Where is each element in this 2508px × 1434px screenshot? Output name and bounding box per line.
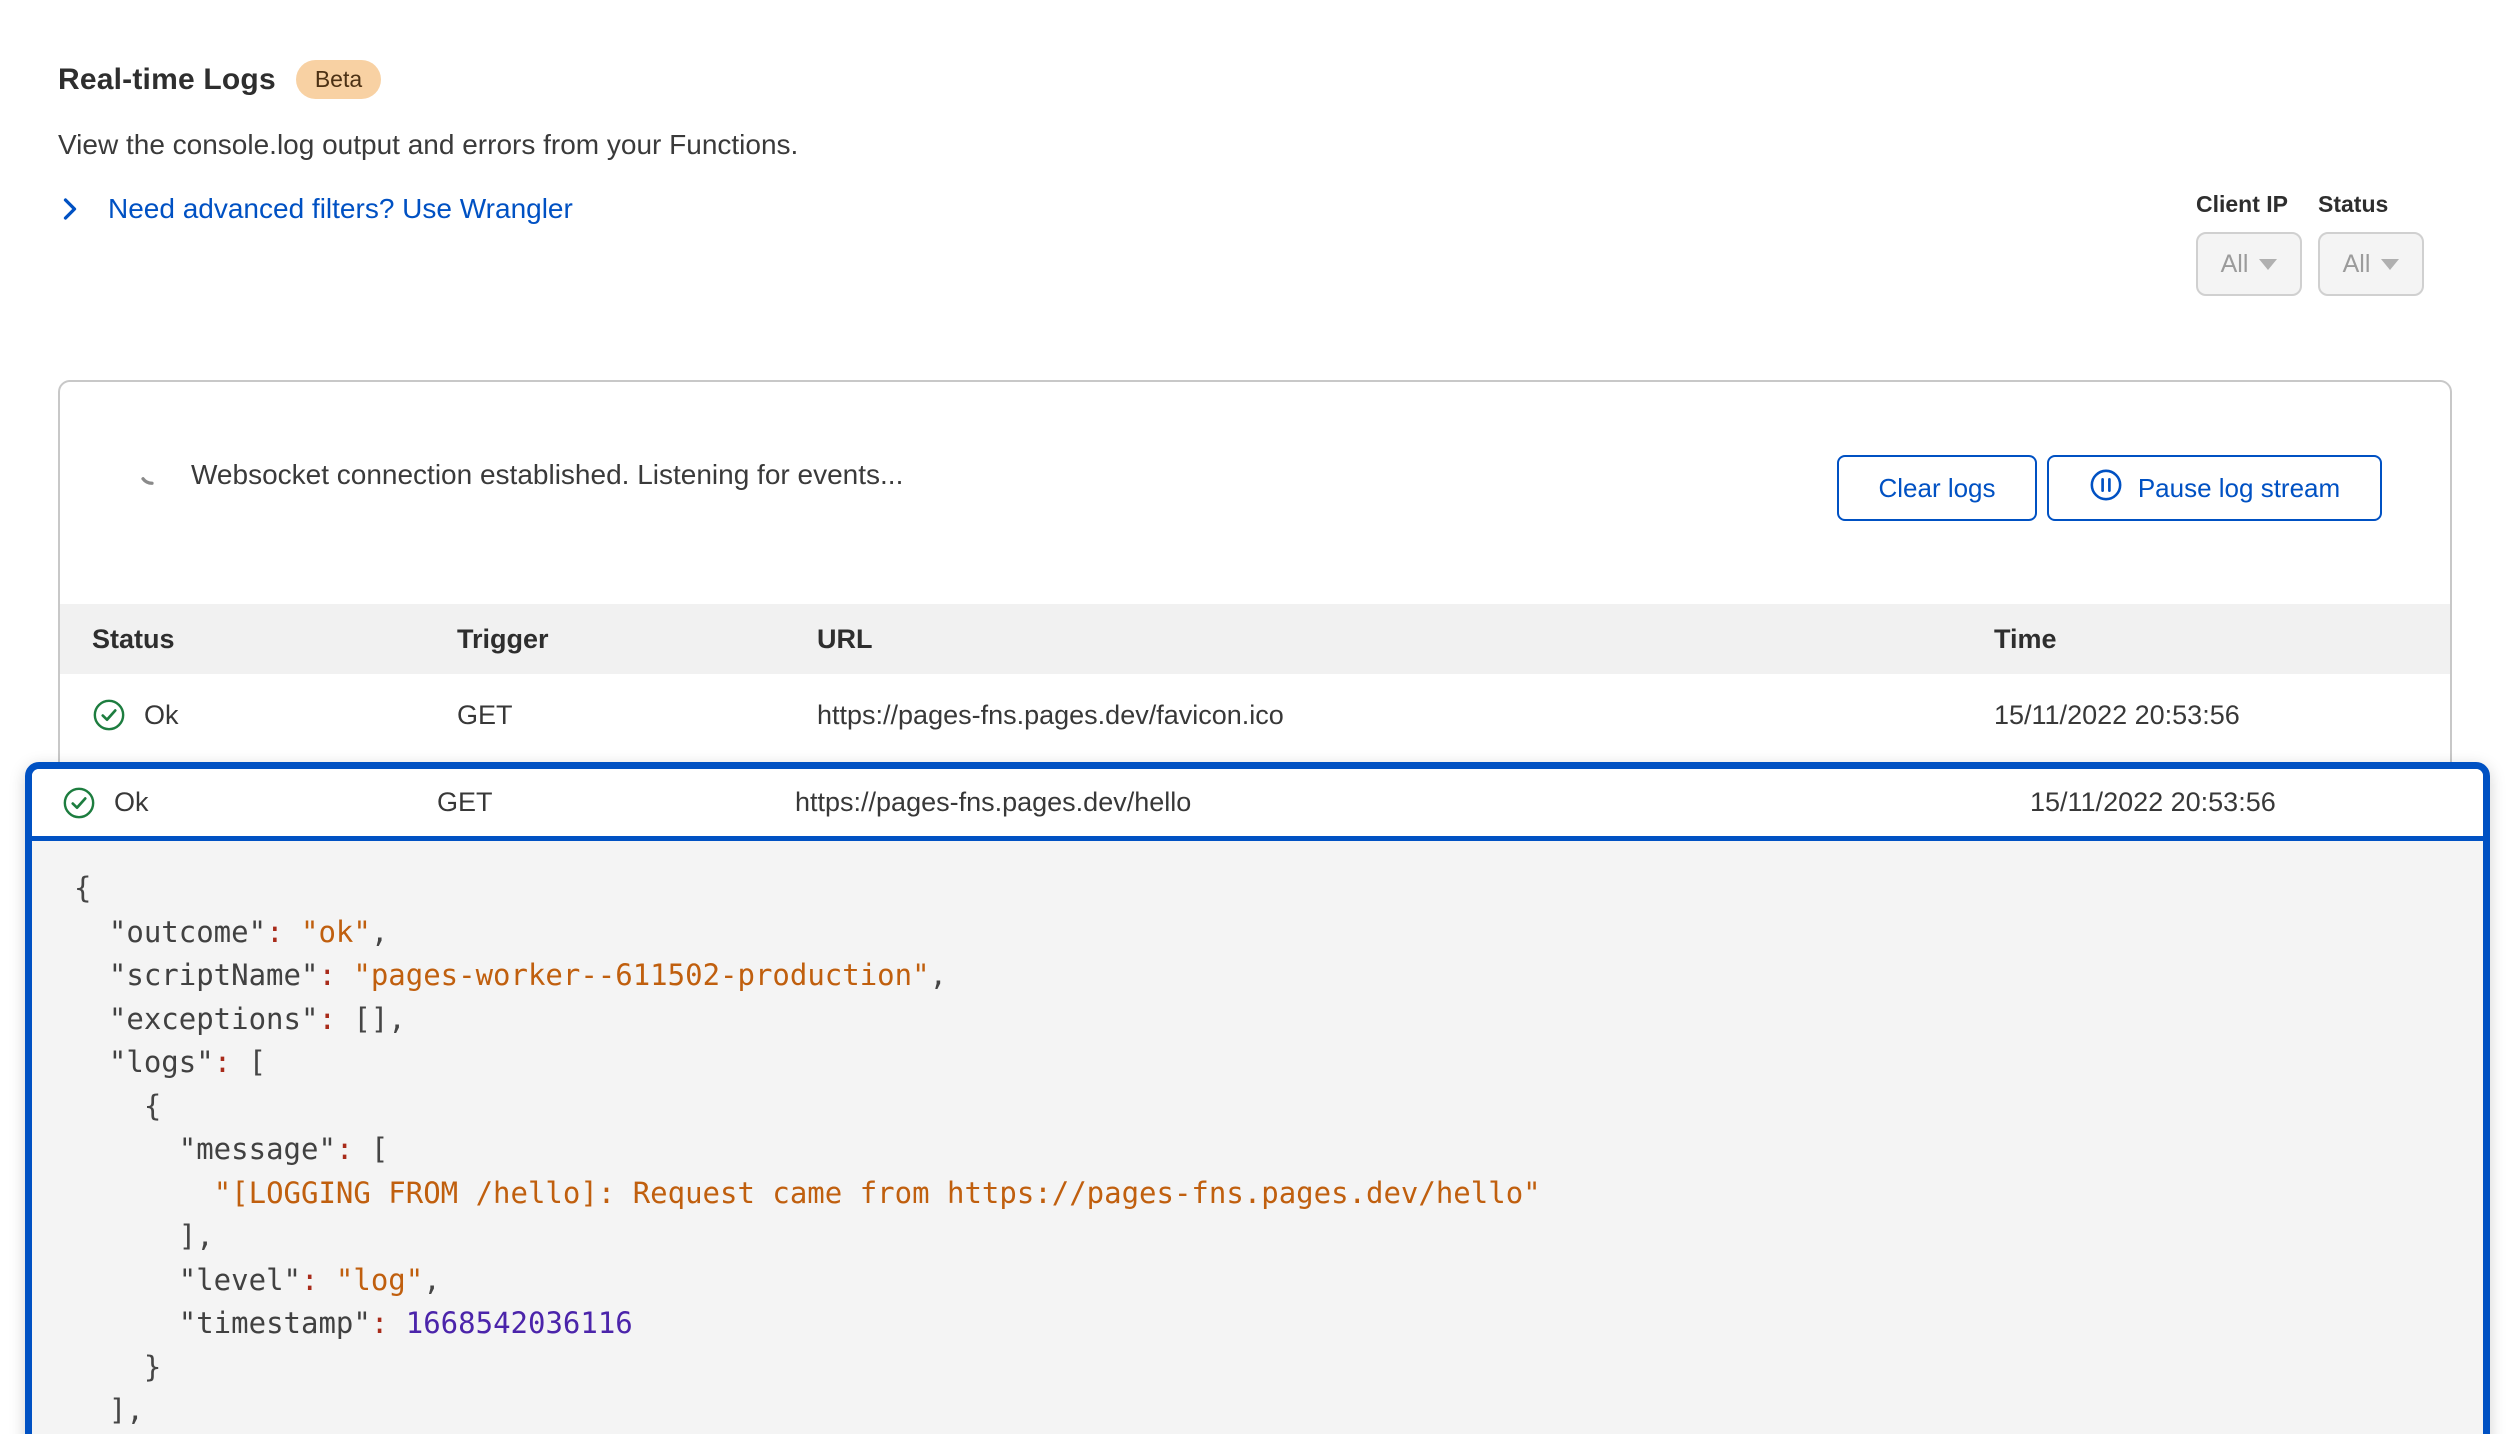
- clear-logs-button[interactable]: Clear logs: [1837, 455, 2037, 521]
- code-line: "[LOGGING FROM /hello]: Request came fro…: [74, 1172, 2483, 1216]
- pause-log-stream-button-label: Pause log stream: [2138, 473, 2340, 504]
- pause-log-stream-button[interactable]: Pause log stream: [2047, 455, 2382, 521]
- log-table-header: Status Trigger URL Time: [60, 604, 2450, 674]
- status-cell: Ok: [92, 698, 457, 732]
- code-line: "timestamp": 1668542036116: [74, 1302, 2483, 1346]
- caret-down-icon: [2259, 259, 2277, 270]
- column-header-status: Status: [92, 624, 457, 655]
- check-circle-icon: [92, 698, 126, 732]
- page-subtitle: View the console.log output and errors f…: [58, 129, 798, 161]
- status-filter-dropdown[interactable]: All: [2318, 232, 2424, 296]
- beta-badge: Beta: [296, 60, 381, 99]
- time-cell: 15/11/2022 20:53:56: [2030, 787, 2483, 818]
- clear-logs-button-label: Clear logs: [1878, 473, 1995, 504]
- code-line: ],: [74, 1215, 2483, 1259]
- code-line: "message": [: [74, 1128, 2483, 1172]
- client-ip-filter-value: All: [2221, 250, 2249, 279]
- trigger-cell: GET: [437, 787, 795, 818]
- spinner-icon: [137, 457, 167, 492]
- status-label: Ok: [114, 787, 149, 818]
- code-line: ],: [74, 1389, 2483, 1433]
- client-ip-filter-label: Client IP: [2196, 191, 2288, 218]
- realtime-logs-page: Real-time Logs Beta View the console.log…: [0, 0, 2508, 1434]
- status-label: Ok: [144, 700, 179, 731]
- table-row[interactable]: Ok GET https://pages-fns.pages.dev/favic…: [60, 674, 2450, 756]
- code-line: {: [74, 867, 2483, 911]
- code-line: "exceptions": [],: [74, 998, 2483, 1042]
- connection-status-text: Websocket connection established. Listen…: [191, 459, 903, 491]
- caret-down-icon: [2381, 259, 2399, 270]
- status-cell: Ok: [62, 786, 437, 820]
- code-line: }: [74, 1346, 2483, 1390]
- pause-circle-icon: [2089, 468, 2123, 509]
- code-line: "scriptName": "pages-worker--611502-prod…: [74, 954, 2483, 998]
- advanced-filters-link-label: Need advanced filters? Use Wrangler: [108, 193, 573, 225]
- url-cell: https://pages-fns.pages.dev/hello: [795, 787, 2030, 818]
- client-ip-filter-dropdown[interactable]: All: [2196, 232, 2302, 296]
- trigger-cell: GET: [457, 700, 817, 731]
- code-line: "level": "log",: [74, 1259, 2483, 1303]
- code-line: "logs": [: [74, 1041, 2483, 1085]
- page-header: Real-time Logs Beta: [58, 60, 381, 99]
- column-header-url: URL: [817, 624, 1994, 655]
- connection-status-row: Websocket connection established. Listen…: [137, 457, 903, 492]
- status-filter-label: Status: [2318, 191, 2388, 218]
- column-header-time: Time: [1994, 624, 2450, 655]
- url-cell: https://pages-fns.pages.dev/favicon.ico: [817, 700, 1994, 731]
- code-line: {: [74, 1085, 2483, 1129]
- page-title: Real-time Logs: [58, 63, 276, 97]
- status-filter-value: All: [2343, 250, 2371, 279]
- chevron-right-icon: [58, 195, 82, 223]
- check-circle-icon: [62, 786, 96, 820]
- time-cell: 15/11/2022 20:53:56: [1994, 700, 2450, 731]
- advanced-filters-link[interactable]: Need advanced filters? Use Wrangler: [58, 193, 573, 225]
- column-header-trigger: Trigger: [457, 624, 817, 655]
- expanded-log-entry: Ok GET https://pages-fns.pages.dev/hello…: [25, 762, 2490, 1434]
- code-line: "outcome": "ok",: [74, 911, 2483, 955]
- selected-table-row[interactable]: Ok GET https://pages-fns.pages.dev/hello…: [32, 769, 2483, 841]
- json-log-view: { "outcome": "ok", "scriptName": "pages-…: [32, 841, 2483, 1433]
